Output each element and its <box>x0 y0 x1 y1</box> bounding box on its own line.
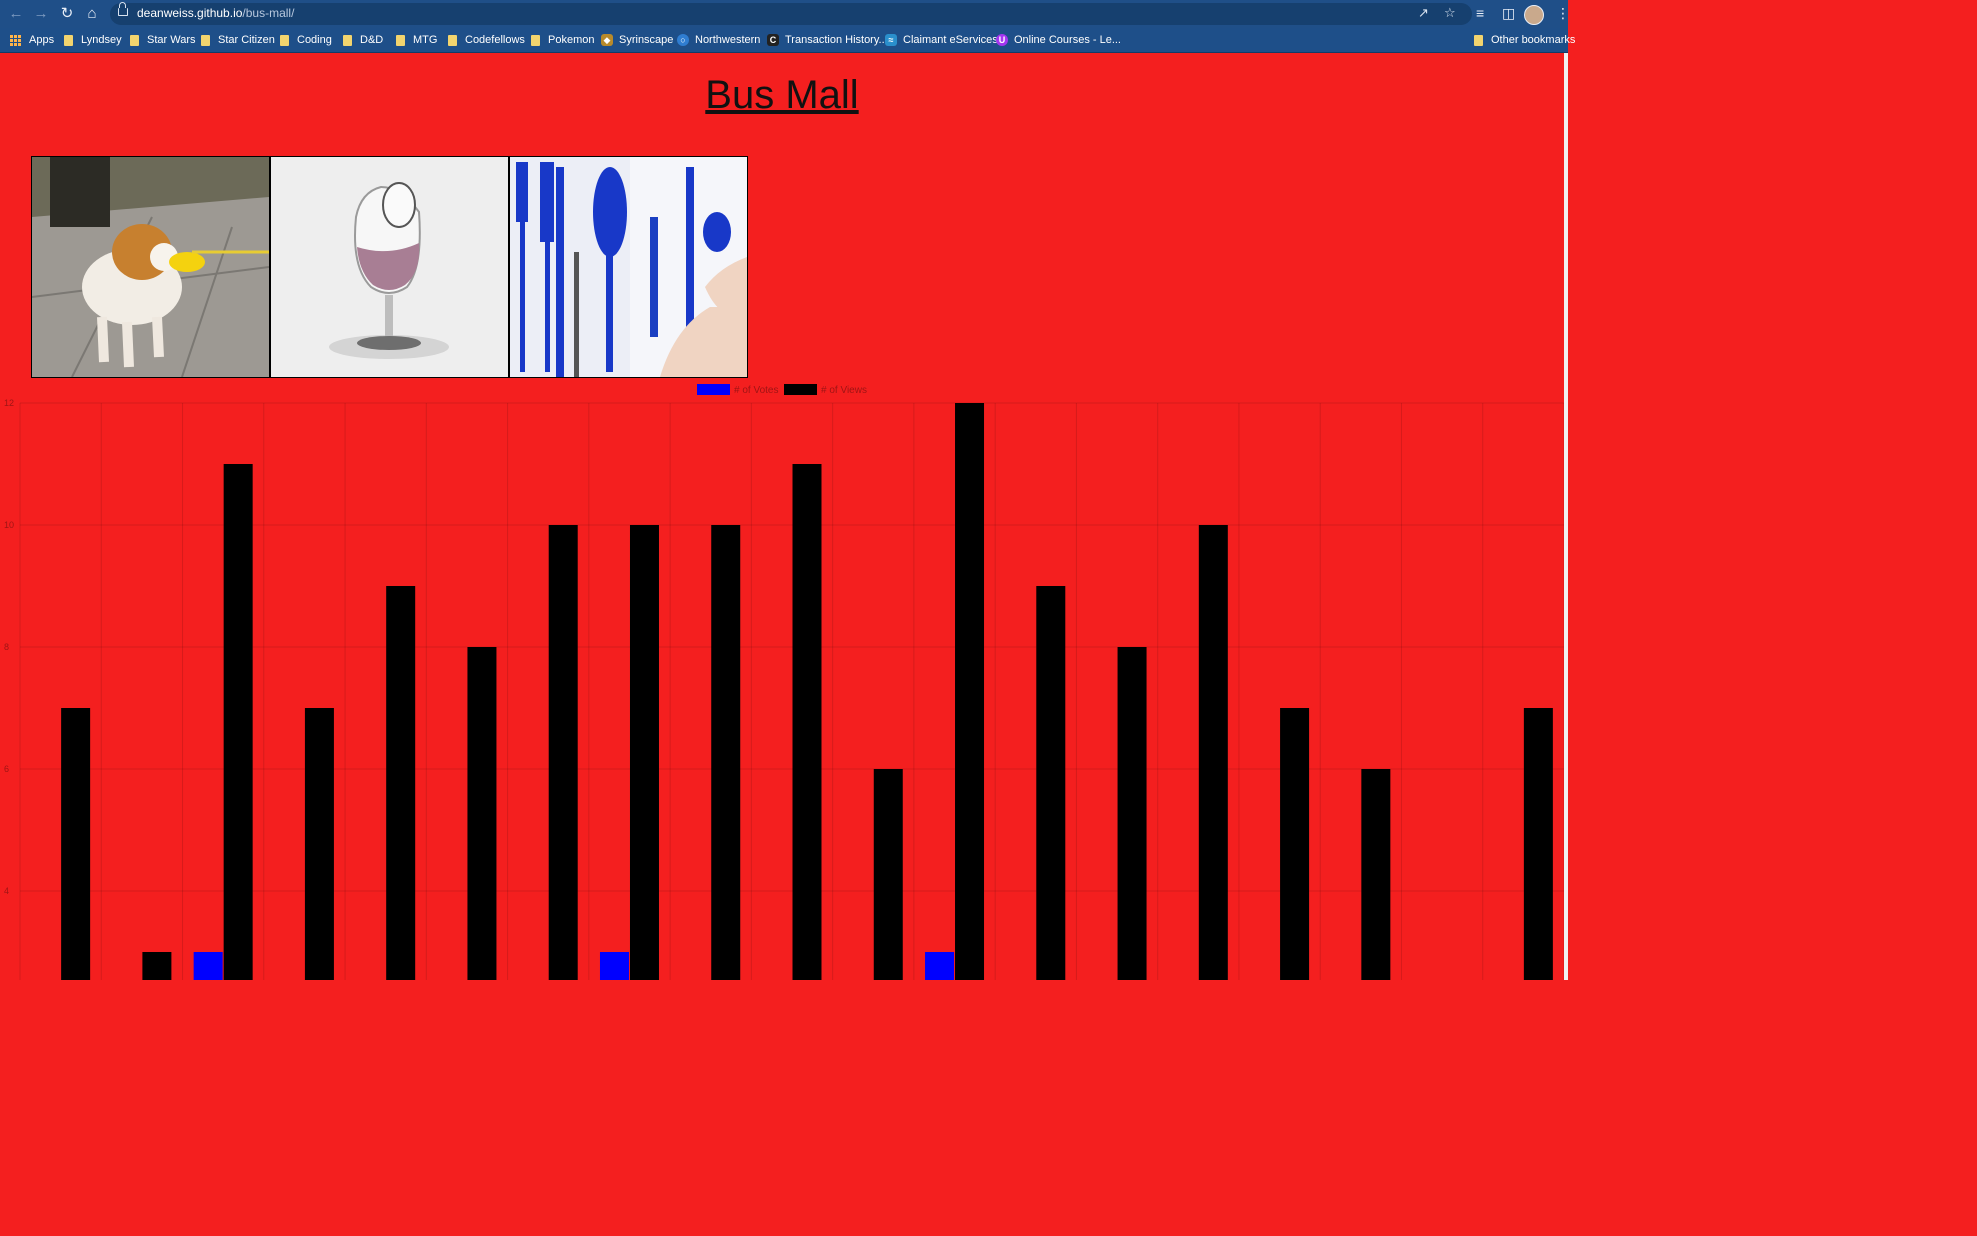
bookmark-codefellows[interactable]: Codefellows <box>448 32 525 48</box>
views-bar <box>629 525 659 980</box>
y-tick-label: 10 <box>4 520 14 530</box>
y-tick-label: 6 <box>4 764 9 774</box>
bookmark-label: Star Citizen <box>218 34 275 46</box>
views-bar <box>711 525 741 980</box>
bookmark-claimant-eservices[interactable]: ≈ Claimant eServices <box>885 32 998 48</box>
bookmark-label: Apps <box>29 34 55 46</box>
apps-grid-icon <box>10 34 21 46</box>
legend-swatch <box>784 384 817 395</box>
avatar[interactable] <box>1524 5 1544 25</box>
folder-icon <box>343 34 352 46</box>
views-bar <box>955 403 985 980</box>
bookmark-label: Codefellows <box>465 34 525 46</box>
bookmarks-bar: Apps Lyndsey Star Wars Star Citizen Codi… <box>0 28 1575 53</box>
bookmark-star-citizen[interactable]: Star Citizen <box>201 32 275 48</box>
folder-icon <box>280 34 289 46</box>
views-bar <box>1117 647 1147 980</box>
udemy-icon: U <box>996 34 1008 46</box>
browser-toolbar: ← → ↻ ⌂ deanweiss.github.io/bus-mall/ ↗ … <box>0 0 1570 28</box>
views-bar <box>873 769 903 980</box>
bookmark-label: Syrinscape <box>619 34 674 46</box>
folder-icon <box>1474 34 1483 46</box>
bookmark-coding[interactable]: Coding <box>280 32 332 48</box>
scrollbar[interactable] <box>1564 53 1568 980</box>
views-bar <box>304 708 334 980</box>
address-bar[interactable]: deanweiss.github.io/bus-mall/ ↗ ☆ <box>110 2 1472 25</box>
views-bar <box>792 464 822 980</box>
star-icon[interactable]: ☆ <box>1444 5 1456 21</box>
bookmark-pokemon[interactable]: Pokemon <box>531 32 594 48</box>
bookmark-label: Other bookmarks <box>1491 34 1576 46</box>
legend-label: # of Votes <box>734 385 778 396</box>
views-bar <box>1523 708 1553 980</box>
bookmark-northwestern[interactable]: ○ Northwestern <box>677 32 760 48</box>
reload-icon[interactable]: ↻ <box>57 4 77 24</box>
legend-swatch <box>697 384 730 395</box>
northwestern-icon: ○ <box>677 34 689 46</box>
bookmark-label: Transaction History... <box>785 34 888 46</box>
bookmark-label: Star Wars <box>147 34 196 46</box>
home-icon[interactable]: ⌂ <box>82 4 102 24</box>
bookmark-mtg[interactable]: MTG <box>396 32 437 48</box>
legend-label: # of Views <box>821 385 867 396</box>
side-panel-icon[interactable]: ◫ <box>1502 5 1515 22</box>
bookmark-dnd[interactable]: D&D <box>343 32 383 48</box>
bookmark-label: Northwestern <box>695 34 761 46</box>
menu-icon[interactable]: ⋮ <box>1556 5 1570 22</box>
views-bar <box>1036 586 1066 980</box>
bookmark-other[interactable]: Other bookmarks <box>1474 32 1575 48</box>
bookmark-star-wars[interactable]: Star Wars <box>130 32 196 48</box>
views-bar <box>386 586 416 980</box>
forward-icon[interactable]: → <box>31 4 51 24</box>
c-site-icon: C <box>767 34 779 46</box>
views-bar <box>1280 708 1310 980</box>
url-text: deanweiss.github.io/bus-mall/ <box>137 6 294 20</box>
bookmark-label: Lyndsey <box>81 34 122 46</box>
bookmark-label: MTG <box>413 34 438 46</box>
page-body: Bus Mall 12 10 8 6 4 # of Votes # of Vie… <box>0 53 1564 980</box>
bookmark-label: Coding <box>297 34 332 46</box>
y-tick-label: 12 <box>4 398 14 408</box>
views-bar <box>61 708 91 980</box>
folder-icon <box>531 34 540 46</box>
votes-bar <box>925 952 955 980</box>
views-bar <box>467 647 497 980</box>
bookmark-label: Claimant eServices <box>903 34 998 46</box>
lock-icon <box>118 2 128 16</box>
votes-bar <box>193 952 223 980</box>
bookmark-transaction-history[interactable]: C Transaction History... <box>767 32 888 48</box>
url-host: deanweiss.github.io <box>137 6 243 20</box>
y-tick-label: 8 <box>4 642 9 652</box>
votes-bar <box>599 952 629 980</box>
y-tick-label: 4 <box>4 886 9 896</box>
bookmark-online-courses[interactable]: U Online Courses - Le... <box>996 32 1121 48</box>
folder-icon <box>130 34 139 46</box>
folder-icon <box>396 34 405 46</box>
views-bar <box>1198 525 1228 980</box>
back-icon[interactable]: ← <box>6 4 26 24</box>
views-bar <box>223 464 253 980</box>
views-bar <box>142 952 172 980</box>
claimant-icon: ≈ <box>885 34 897 46</box>
views-bar <box>1361 769 1391 980</box>
syrinscape-icon: ◆ <box>601 34 613 46</box>
share-icon[interactable]: ↗ <box>1418 5 1429 21</box>
views-bar <box>548 525 578 980</box>
folder-icon <box>201 34 210 46</box>
url-path: /bus-mall/ <box>242 6 295 20</box>
bookmark-apps[interactable]: Apps <box>10 32 54 48</box>
reading-list-icon[interactable]: ≡ <box>1476 5 1484 21</box>
bookmark-label: Online Courses - Le... <box>1014 34 1121 46</box>
bookmark-lyndsey[interactable]: Lyndsey <box>64 32 122 48</box>
folder-icon <box>64 34 73 46</box>
folder-icon <box>448 34 457 46</box>
bookmark-syrinscape[interactable]: ◆ Syrinscape <box>601 32 673 48</box>
votes-views-chart: 12 10 8 6 4 # of Votes # of Views <box>4 384 1564 980</box>
bookmark-label: D&D <box>360 34 384 46</box>
bookmark-label: Pokemon <box>548 34 595 46</box>
